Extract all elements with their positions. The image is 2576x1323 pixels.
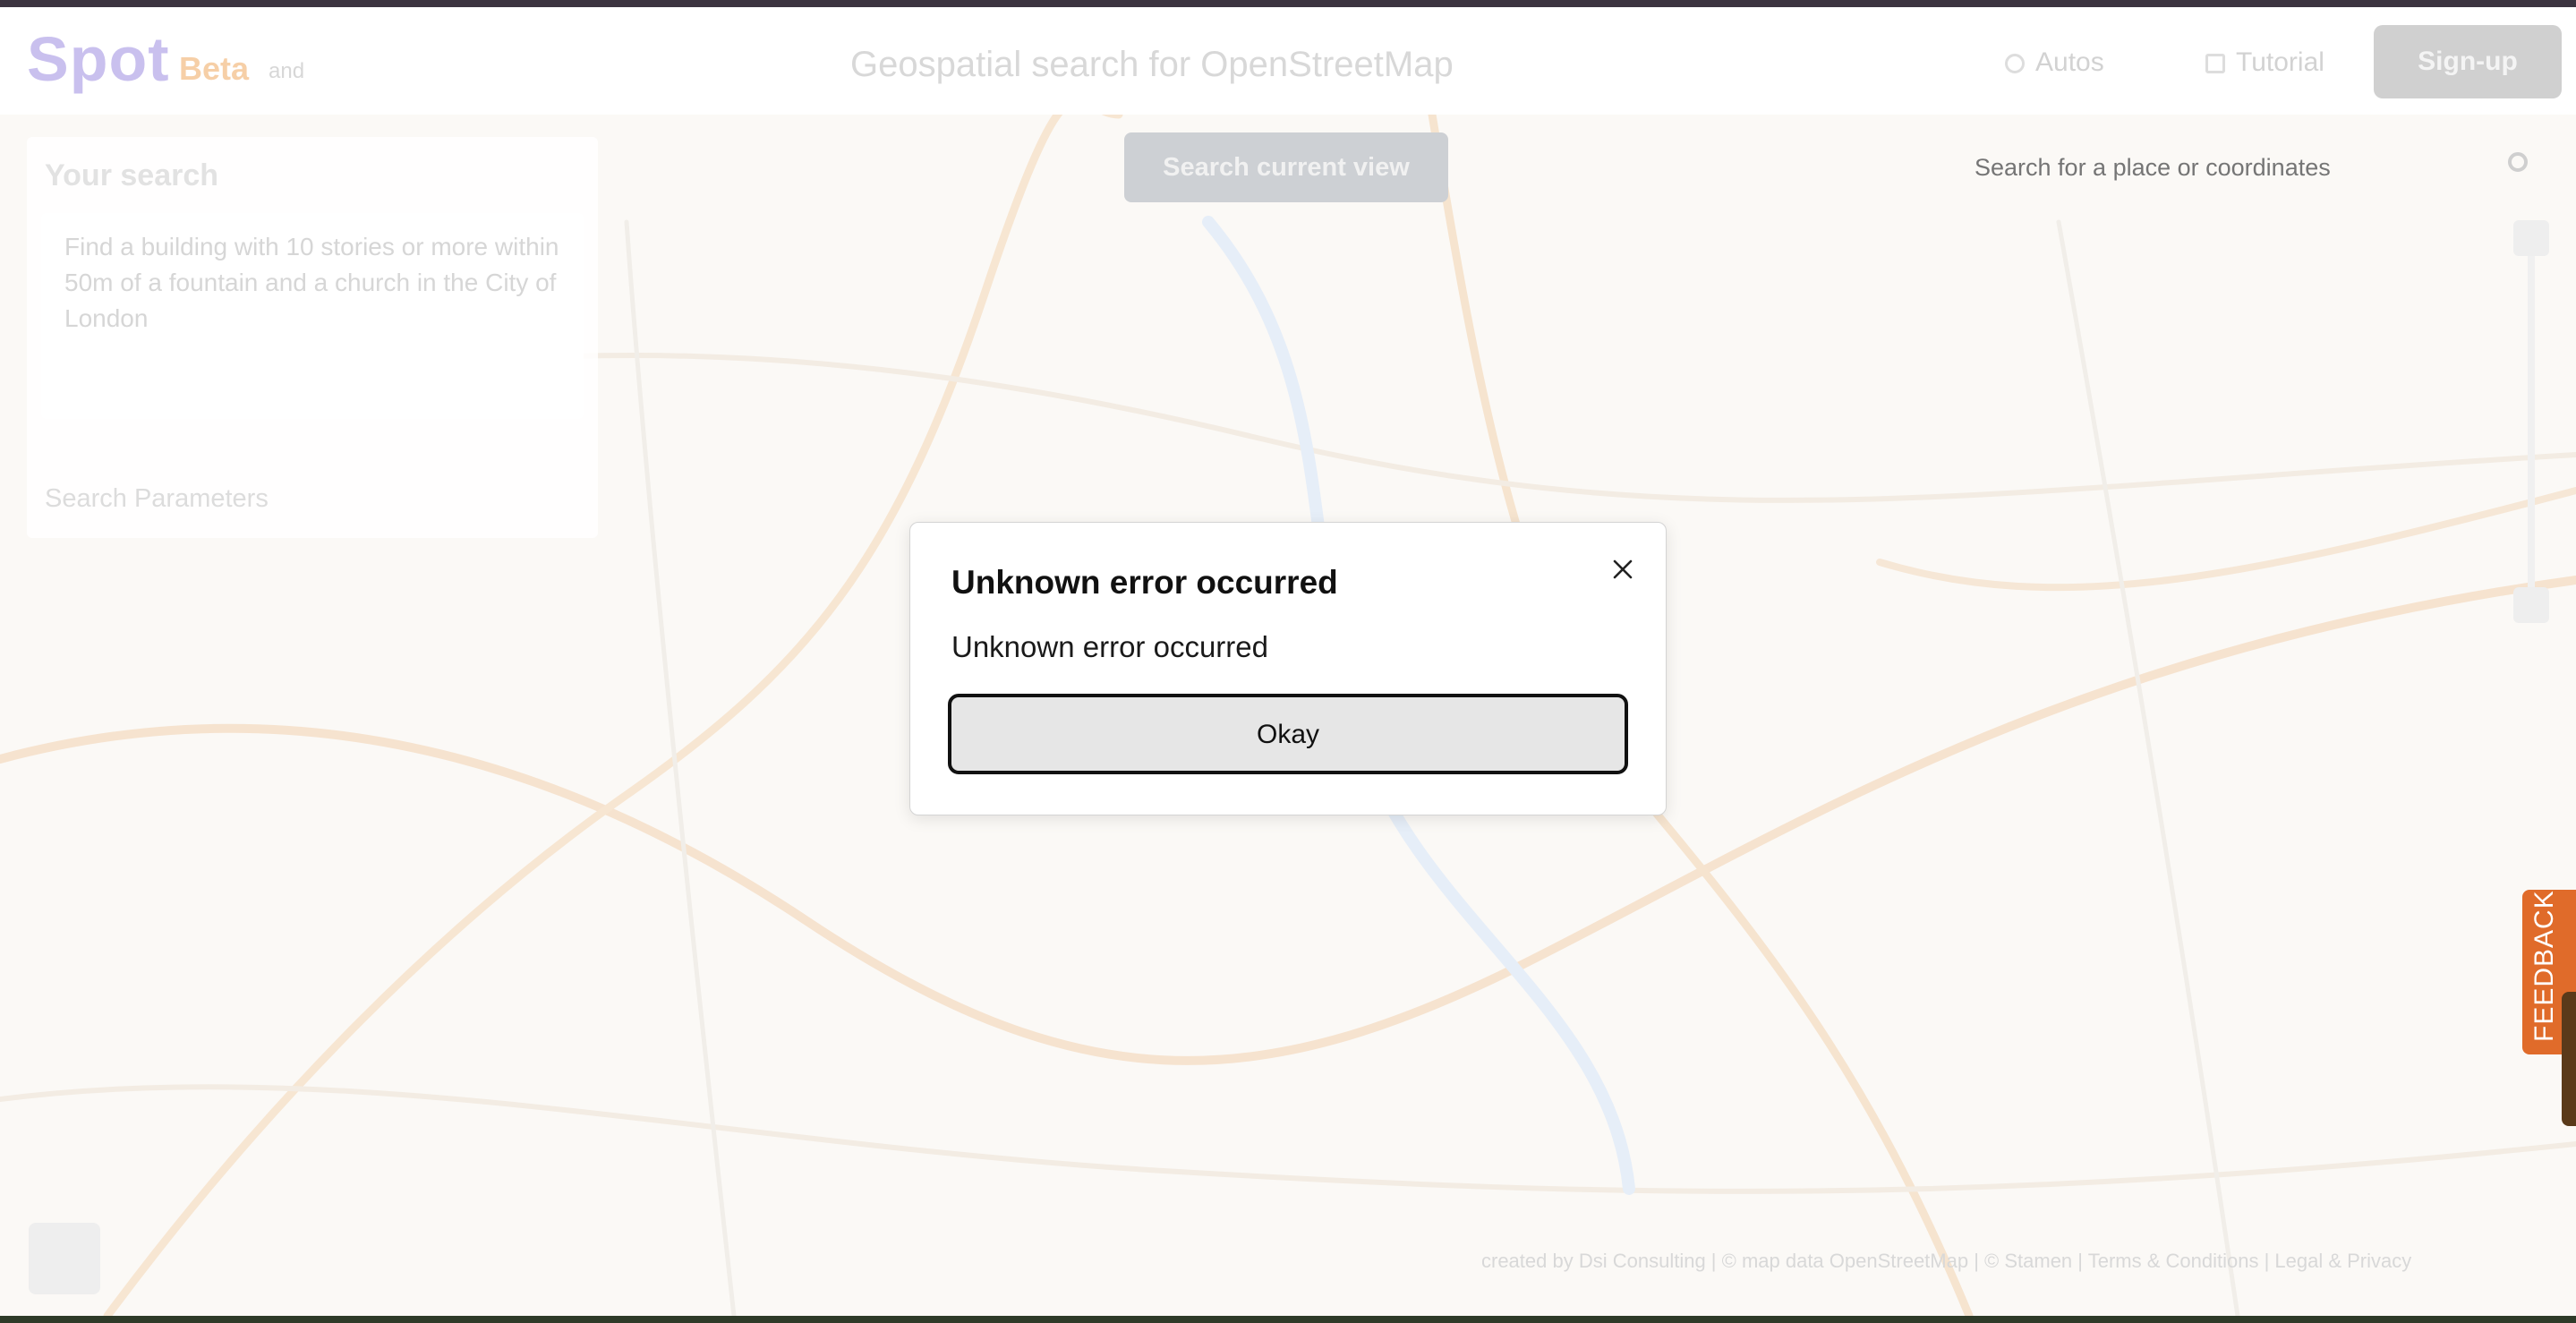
page-title: Geospatial search for OpenStreetMap <box>850 45 1454 84</box>
nav-tutorial-link[interactable]: Tutorial <box>2205 47 2324 78</box>
logo-beta-badge: Beta <box>179 50 250 87</box>
side-handle[interactable] <box>2562 992 2576 1126</box>
info-icon <box>2005 54 2025 73</box>
dialog-message: Unknown error occurred <box>951 630 1268 663</box>
search-panel: Your search Find a building with 10 stor… <box>27 137 598 538</box>
feedback-label: FEEDBACK <box>2529 890 2559 1042</box>
window-bottom-strip <box>0 1316 2576 1323</box>
logo-suffix: and <box>269 59 305 83</box>
zoom-in-button[interactable] <box>2513 220 2549 256</box>
search-current-view-button[interactable]: Search current view <box>1124 132 1448 202</box>
nav-about-label: Autos <box>2035 47 2104 77</box>
logo[interactable]: Spot <box>27 23 170 95</box>
query-text: Find a building with 10 stories or more … <box>64 233 559 332</box>
app-root: Spot Beta and Geospatial search for Open… <box>0 7 2576 1316</box>
okay-button[interactable]: Okay <box>948 694 1628 774</box>
nav-about-link[interactable]: Autos <box>2005 47 2104 78</box>
search-parameters-toggle[interactable]: Search Parameters <box>45 484 269 514</box>
zoom-slider-track[interactable] <box>2528 238 2535 605</box>
map-attribution: created by Dsi Consulting | © map data O… <box>1481 1250 2412 1272</box>
search-icon[interactable] <box>2508 152 2528 172</box>
place-search <box>1973 141 2528 195</box>
header: Spot Beta and Geospatial search for Open… <box>0 7 2576 115</box>
query-input[interactable]: Find a building with 10 stories or more … <box>41 213 584 419</box>
close-icon[interactable] <box>1608 555 1637 584</box>
zoom-control <box>2513 220 2551 623</box>
layers-button[interactable] <box>29 1223 100 1294</box>
nav-tutorial-label: Tutorial <box>2236 47 2324 77</box>
sign-up-button[interactable]: Sign-up <box>2374 25 2562 98</box>
place-search-input[interactable] <box>1973 141 2478 193</box>
error-dialog: Unknown error occurred Unknown error occ… <box>909 522 1667 815</box>
zoom-out-button[interactable] <box>2513 587 2549 623</box>
dialog-title: Unknown error occurred <box>951 564 1338 601</box>
search-panel-title: Your search <box>45 158 219 192</box>
book-icon <box>2205 54 2225 73</box>
window-top-strip <box>0 0 2576 7</box>
